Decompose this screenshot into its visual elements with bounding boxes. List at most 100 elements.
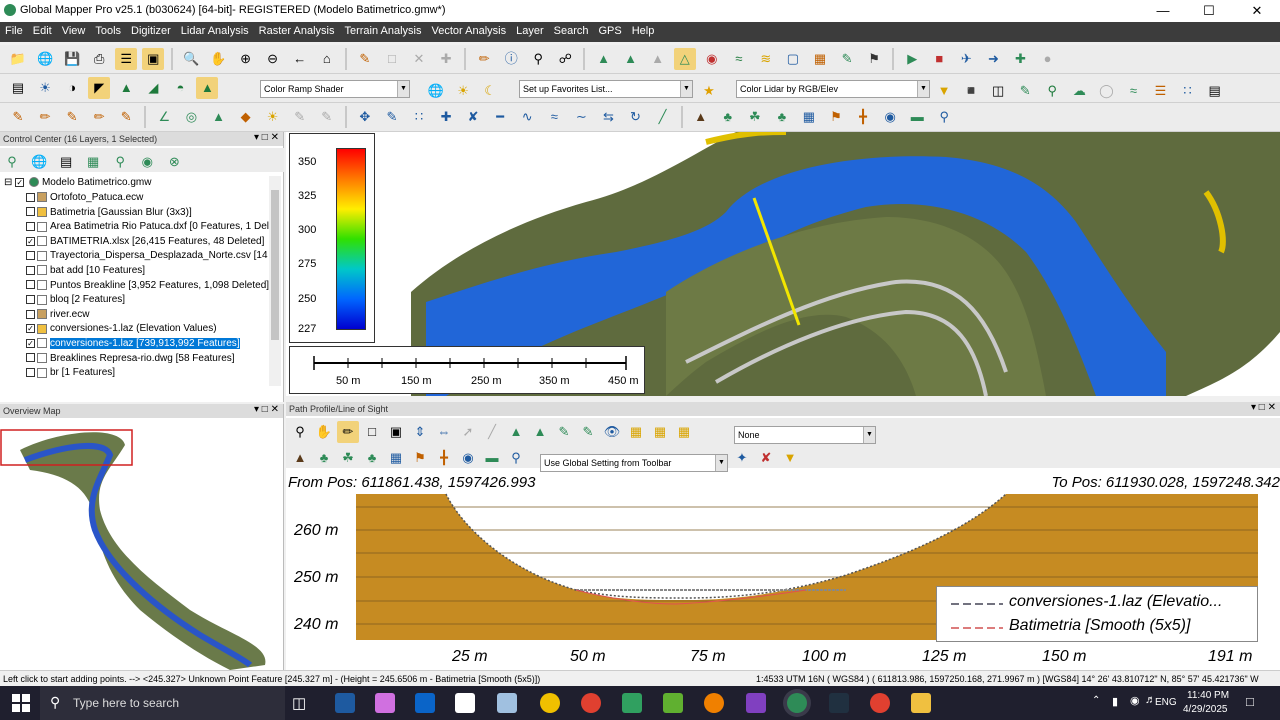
root-checkbox[interactable]: ✓ bbox=[15, 177, 25, 187]
app-copilot-icon[interactable] bbox=[375, 693, 395, 713]
open-layer-icon[interactable]: ⚲ bbox=[1, 151, 23, 173]
layer-checkbox[interactable] bbox=[26, 192, 35, 202]
3d-view-icon[interactable]: ▦ bbox=[809, 48, 831, 70]
tower-icon[interactable]: ⚑ bbox=[863, 48, 885, 70]
app-rinex-icon[interactable] bbox=[829, 693, 849, 713]
profile-water-icon[interactable]: ◉ bbox=[457, 447, 479, 469]
taskbar-search[interactable]: ⚲ Type here to search bbox=[40, 686, 285, 720]
menu-layer[interactable]: Layer bbox=[511, 22, 549, 37]
snap-icon[interactable]: ∷ bbox=[408, 106, 430, 128]
notification-icon[interactable]: □ bbox=[1246, 694, 1254, 709]
layers-icon[interactable]: ☰ bbox=[115, 48, 138, 70]
app-explorer-icon[interactable] bbox=[911, 693, 931, 713]
play-icon[interactable]: ▶ bbox=[901, 48, 923, 70]
zoom-in-icon[interactable]: ⊕ bbox=[235, 48, 257, 70]
save-icon[interactable]: 💾 bbox=[61, 48, 83, 70]
tree-root[interactable]: ⊟ ✓ Modelo Batimetrico.gmw bbox=[4, 177, 151, 192]
erase-icon[interactable]: ✎ bbox=[289, 106, 311, 128]
app-norton-icon[interactable] bbox=[540, 693, 560, 713]
rotate-icon[interactable]: ↻ bbox=[625, 106, 647, 128]
clock-date[interactable]: 4/29/2025 bbox=[1183, 704, 1228, 715]
reshape-icon[interactable]: ✚ bbox=[435, 106, 457, 128]
layer-checkbox[interactable] bbox=[26, 222, 35, 232]
task-view-icon[interactable]: ◫ bbox=[292, 694, 306, 712]
layer-checkbox[interactable] bbox=[26, 309, 35, 319]
coordinates-icon[interactable]: ☍ bbox=[554, 48, 576, 70]
trim-icon[interactable]: ∼ bbox=[570, 106, 592, 128]
lidar-cloud-icon[interactable]: ☁ bbox=[1068, 80, 1090, 102]
online-data-icon[interactable]: 🌐 bbox=[28, 151, 50, 173]
profile-terrain-icon[interactable]: ▲ bbox=[505, 421, 527, 443]
select-icon[interactable]: □ bbox=[381, 48, 403, 70]
app-qgis-icon[interactable] bbox=[663, 693, 683, 713]
profile-pan-icon[interactable]: ✋ bbox=[313, 421, 335, 443]
menu-edit[interactable]: Edit bbox=[28, 22, 57, 37]
vertex-icon[interactable]: ◆ bbox=[235, 106, 257, 128]
menu-gps[interactable]: GPS bbox=[594, 22, 627, 37]
water-icon[interactable]: ◉ bbox=[879, 106, 901, 128]
profile-paint-icon[interactable]: ✎ bbox=[553, 421, 575, 443]
layer-options-icon[interactable]: ▦ bbox=[82, 151, 104, 173]
contrast-icon[interactable]: ◓ bbox=[169, 77, 191, 99]
profile-cursor-icon[interactable]: ➚ bbox=[457, 421, 479, 443]
move-icon[interactable]: ✚ bbox=[435, 48, 457, 70]
terrain-icon[interactable]: ▲ bbox=[593, 48, 615, 70]
globe-icon[interactable]: 🌐 bbox=[34, 48, 56, 70]
path-profile-icon[interactable]: △ bbox=[673, 48, 696, 70]
layer-zoom-icon[interactable]: ⚲ bbox=[109, 151, 131, 173]
layer-item[interactable]: Batimetria [Gaussian Blur (3x3)] bbox=[26, 207, 192, 222]
world-icon[interactable]: 🌐 bbox=[425, 80, 447, 102]
elevation-icon[interactable]: ▲ bbox=[115, 77, 137, 99]
layer-checkbox[interactable] bbox=[26, 265, 35, 275]
layer-checkbox[interactable] bbox=[26, 353, 35, 363]
profile-pole-icon[interactable]: ⚑ bbox=[409, 447, 431, 469]
language-indicator[interactable]: ENG bbox=[1155, 697, 1177, 708]
lidar-table-icon[interactable]: ▤ bbox=[1204, 80, 1226, 102]
layer-item[interactable]: ✓ BATIMETRIA.xlsx [26,415 Features, 48 De… bbox=[26, 236, 264, 251]
lighting-icon[interactable]: ☀ bbox=[34, 77, 56, 99]
overview-icon[interactable]: ▣ bbox=[142, 48, 165, 70]
panel-controls[interactable]: ▾ □ ✕ bbox=[1251, 402, 1276, 413]
join-icon[interactable]: ∿ bbox=[516, 106, 538, 128]
layer-item[interactable]: Area Batimetria Rio Patuca.dxf [0 Featur… bbox=[26, 221, 270, 236]
overview-map[interactable] bbox=[0, 420, 284, 670]
layer-checkbox[interactable] bbox=[26, 295, 35, 305]
app-outlook-icon[interactable] bbox=[415, 693, 435, 713]
battery-icon[interactable]: ▮ bbox=[1112, 695, 1118, 708]
windows-start-icon[interactable] bbox=[12, 694, 30, 712]
layer-item[interactable]: bloq [2 Features] bbox=[26, 294, 125, 309]
profile-import-icon[interactable]: ▦ bbox=[649, 421, 671, 443]
star-icon[interactable]: ★ bbox=[698, 80, 720, 102]
lidar-compare-icon[interactable]: ◯ bbox=[1095, 80, 1117, 102]
panel-controls[interactable]: ▾ □ ✕ bbox=[254, 404, 279, 415]
layer-checkbox[interactable] bbox=[26, 207, 35, 217]
sun-icon[interactable]: ☀ bbox=[452, 80, 474, 102]
scrollbar-thumb[interactable] bbox=[271, 190, 279, 340]
layer-checkbox[interactable] bbox=[26, 368, 35, 378]
profile-paint-2-icon[interactable]: ✎ bbox=[577, 421, 599, 443]
app-maps-icon[interactable] bbox=[622, 693, 642, 713]
draw-curve-icon[interactable]: ✎ bbox=[115, 106, 137, 128]
app-chrome-icon[interactable] bbox=[581, 693, 601, 713]
shader-select[interactable]: Color Ramp Shader ▼ bbox=[260, 80, 410, 98]
highlight-icon[interactable]: ☀ bbox=[262, 106, 284, 128]
app-orange-icon[interactable] bbox=[704, 693, 724, 713]
shader-options-icon[interactable]: ◑ bbox=[61, 77, 83, 99]
profile-bridge-icon[interactable]: ╋ bbox=[433, 447, 455, 469]
grid-icon[interactable]: ▤ bbox=[7, 77, 29, 99]
profile-merge-icon[interactable]: ⇔ bbox=[433, 421, 455, 443]
extend-icon[interactable]: ⇆ bbox=[597, 106, 619, 128]
bridge-icon[interactable]: ╋ bbox=[852, 106, 874, 128]
maximize-button[interactable]: ☐ bbox=[1186, 0, 1232, 22]
shader-icon[interactable]: ▲ bbox=[196, 77, 219, 99]
terrain-paint-icon[interactable]: ✎ bbox=[836, 48, 858, 70]
info-icon[interactable]: ⓘ bbox=[500, 48, 522, 70]
layer-item[interactable]: Breaklines Represa-rio.dwg [58 Features] bbox=[26, 353, 235, 368]
profile-zoom-icon[interactable]: ⚲ bbox=[289, 421, 311, 443]
hillshade-icon[interactable]: ◤ bbox=[88, 77, 111, 99]
profile-select-2-icon[interactable]: ▣ bbox=[385, 421, 407, 443]
lidar-color-select[interactable]: Color Lidar by RGB/Elev ▼ bbox=[736, 80, 930, 98]
app-global-mapper-icon[interactable] bbox=[787, 693, 807, 713]
layer-checkbox[interactable] bbox=[26, 280, 35, 290]
terrain-2-icon[interactable]: ▲ bbox=[620, 48, 642, 70]
